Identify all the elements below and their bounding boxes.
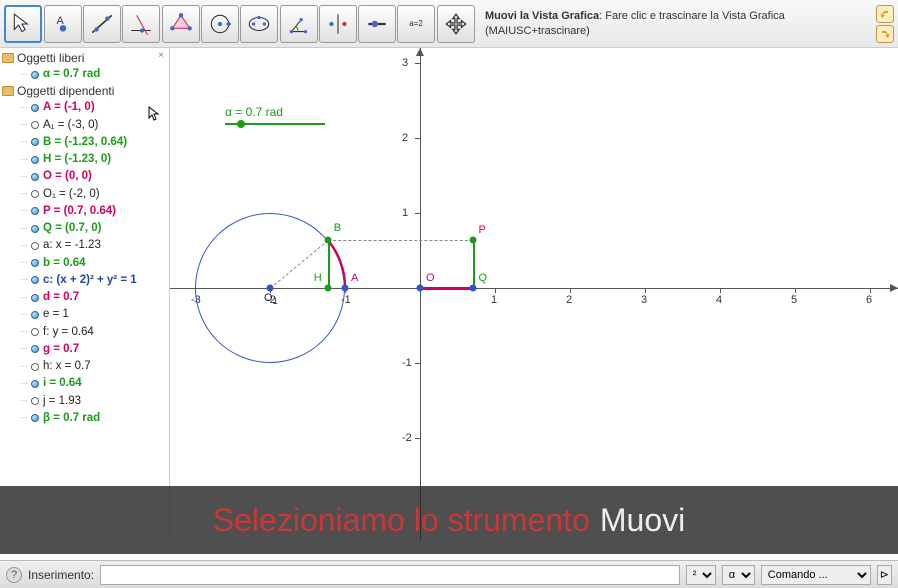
tree-item[interactable]: ⋯h: x = 0.7: [2, 358, 167, 375]
tree-item[interactable]: ⋯f: y = 0.64: [2, 324, 167, 341]
submit-button[interactable]: ⊳: [877, 565, 892, 585]
redo-button[interactable]: [876, 25, 894, 43]
tree-item[interactable]: ⋯c: (x + 2)² + y² = 1: [2, 272, 167, 289]
tree-item[interactable]: ⋯A₁ = (-3, 0): [2, 117, 167, 134]
tool-slider[interactable]: [358, 5, 396, 43]
tool-text[interactable]: a=2: [397, 5, 435, 43]
tree-item[interactable]: ⋯g = 0.7: [2, 341, 167, 358]
tree-item[interactable]: ⋯α = 0.7 rad: [2, 66, 167, 83]
tool-hint: Muovi la Vista Grafica: Fare clic e tras…: [485, 9, 868, 38]
graphics-view[interactable]: -3-2-1123456-2-1123α = 0.7 radABHOO1PQ: [170, 48, 898, 540]
command-select[interactable]: Comando ...: [761, 565, 871, 585]
point-O[interactable]: [417, 285, 424, 292]
algebra-view: × Oggetti liberi ⋯α = 0.7 rad Oggetti di…: [0, 48, 170, 540]
command-input[interactable]: [100, 565, 680, 585]
folder-icon: [2, 53, 14, 63]
close-icon[interactable]: ×: [155, 50, 167, 62]
tree-item[interactable]: ⋯d = 0.7: [2, 289, 167, 306]
caption-overlay: Selezioniamo lo strumento Muovi: [0, 486, 898, 554]
point-O1[interactable]: [267, 285, 274, 292]
tree-item[interactable]: ⋯O₁ = (-2, 0): [2, 186, 167, 203]
tool-line[interactable]: [83, 5, 121, 43]
folder-icon: [2, 86, 14, 96]
symbol-select-2[interactable]: α: [722, 565, 755, 585]
slider-label: α = 0.7 rad: [225, 105, 283, 119]
tree-item[interactable]: ⋯O = (0, 0): [2, 168, 167, 185]
slider[interactable]: [225, 123, 325, 125]
tree-item[interactable]: ⋯B = (-1.23, 0.64): [2, 134, 167, 151]
point-Q[interactable]: [469, 285, 476, 292]
tree-item[interactable]: ⋯Q = (0.7, 0): [2, 220, 167, 237]
dependent-objects-folder[interactable]: Oggetti dipendenti: [2, 83, 167, 99]
symbol-select-1[interactable]: ²: [686, 565, 716, 585]
tree-item[interactable]: ⋯H = (-1.23, 0): [2, 151, 167, 168]
tree-item[interactable]: ⋯e = 1: [2, 306, 167, 323]
tool-polygon[interactable]: [162, 5, 200, 43]
undo-button[interactable]: [876, 5, 894, 23]
tree-item[interactable]: ⋯P = (0.7, 0.64): [2, 203, 167, 220]
point-H[interactable]: [324, 285, 331, 292]
tool-point[interactable]: A: [44, 5, 82, 43]
tool-angle[interactable]: [280, 5, 318, 43]
help-icon[interactable]: ?: [6, 567, 22, 583]
input-label: Inserimento:: [28, 568, 94, 582]
tool-move-view[interactable]: [437, 5, 475, 43]
tree-item[interactable]: ⋯β = 0.7 rad: [2, 410, 167, 427]
free-objects-folder[interactable]: Oggetti liberi: [2, 50, 167, 66]
point-A[interactable]: [342, 285, 349, 292]
tool-ellipse[interactable]: [240, 5, 278, 43]
tree-item[interactable]: ⋯i = 0.64: [2, 375, 167, 392]
tree-item[interactable]: ⋯j = 1.93: [2, 393, 167, 410]
tool-circle[interactable]: [201, 5, 239, 43]
point-P[interactable]: [469, 237, 476, 244]
tree-item[interactable]: ⋯a: x = -1.23: [2, 237, 167, 254]
point-B[interactable]: [324, 237, 331, 244]
tool-perpendicular[interactable]: [122, 5, 160, 43]
tool-reflect[interactable]: [319, 5, 357, 43]
tree-item[interactable]: ⋯A = (-1, 0): [2, 99, 167, 116]
tree-item[interactable]: ⋯b = 0.64: [2, 255, 167, 272]
toolbar: A a=2 Muovi la Vista Grafica: Fare clic …: [0, 0, 898, 48]
input-bar: ? Inserimento: ² α Comando ... ⊳: [0, 560, 898, 588]
tool-move[interactable]: [4, 5, 42, 43]
